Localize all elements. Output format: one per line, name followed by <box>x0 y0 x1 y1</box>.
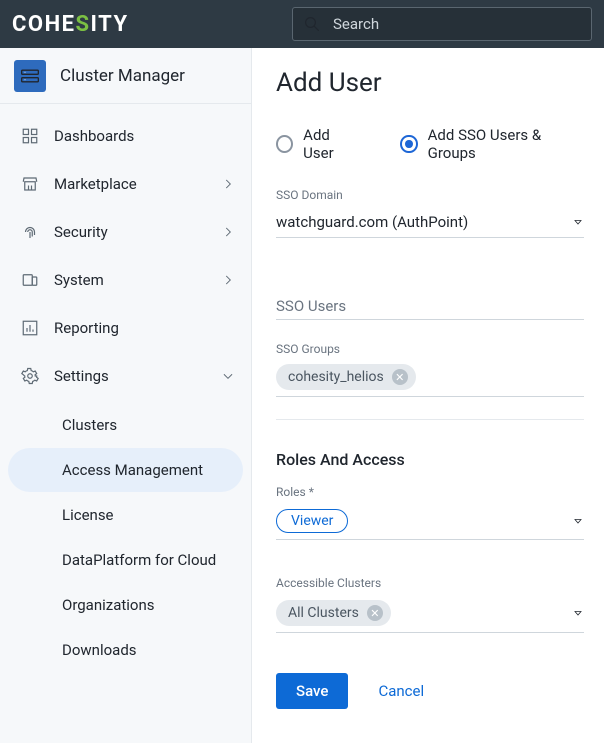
sidebar-item-dashboards[interactable]: Dashboards <box>0 112 251 160</box>
sub-item-license[interactable]: License <box>8 493 243 537</box>
chip-sso-group: cohesity_helios ✕ <box>276 364 416 390</box>
sidebar-title: Cluster Manager <box>60 66 185 86</box>
chip-label: cohesity_helios <box>288 369 384 385</box>
save-button[interactable]: Save <box>276 673 348 709</box>
sidebar-nav: Dashboards Marketplace Security <box>0 104 251 679</box>
sidebar: Cluster Manager Dashboards Marketplace <box>0 48 252 743</box>
field-label: SSO Groups <box>276 342 584 356</box>
sidebar-item-label: System <box>54 271 104 289</box>
radio-add-sso[interactable]: Add SSO Users & Groups <box>400 126 584 162</box>
radio-add-user[interactable]: Add User <box>276 126 360 162</box>
role-chip: Viewer <box>276 509 348 533</box>
chip-label: All Clusters <box>288 605 359 621</box>
section-divider <box>276 419 584 420</box>
main-panel: Add User Add User Add SSO Users & Groups… <box>252 48 604 743</box>
sidebar-item-label: Dashboards <box>54 127 134 145</box>
sub-item-downloads[interactable]: Downloads <box>8 628 243 672</box>
radio-label: Add User <box>303 126 360 162</box>
select-value: watchguard.com (AuthPoint) <box>276 213 572 231</box>
caret-down-icon <box>572 216 584 228</box>
page-title: Add User <box>276 68 584 98</box>
sub-item-organizations[interactable]: Organizations <box>8 583 243 627</box>
field-accessible-clusters: Accessible Clusters All Clusters ✕ <box>276 576 584 633</box>
field-label: SSO Domain <box>276 188 584 202</box>
user-type-radio-group: Add User Add SSO Users & Groups <box>276 126 584 162</box>
sub-item-label: Organizations <box>62 596 155 614</box>
sub-item-dataplatform-cloud[interactable]: DataPlatform for Cloud <box>8 538 243 582</box>
topbar: COHESITY <box>0 0 604 48</box>
field-sso-domain: SSO Domain watchguard.com (AuthPoint) <box>276 188 584 238</box>
cluster-icon <box>14 60 46 92</box>
chevron-right-icon <box>221 225 235 239</box>
sidebar-item-security[interactable]: Security <box>0 208 251 256</box>
chevron-right-icon <box>221 177 235 191</box>
chevron-down-icon <box>221 369 235 383</box>
sidebar-item-system[interactable]: System <box>0 256 251 304</box>
sidebar-item-reporting[interactable]: Reporting <box>0 304 251 352</box>
field-sso-groups: SSO Groups cohesity_helios ✕ <box>276 342 584 397</box>
sso-groups-input[interactable]: cohesity_helios ✕ <box>276 360 584 397</box>
field-label: Roles * <box>276 485 584 499</box>
roles-select[interactable]: Viewer <box>276 503 584 540</box>
sidebar-item-settings[interactable]: Settings <box>0 352 251 400</box>
clusters-select[interactable]: All Clusters ✕ <box>276 594 584 633</box>
settings-submenu: Clusters Access Management License DataP… <box>0 400 251 679</box>
gear-icon <box>20 366 40 386</box>
field-sso-users: SSO Users <box>276 286 584 320</box>
search-input[interactable] <box>331 14 581 34</box>
brand-suffix: ITY <box>91 12 129 37</box>
field-roles: Roles * Viewer <box>276 485 584 540</box>
sub-item-label: DataPlatform for Cloud <box>62 551 216 569</box>
chip-remove-icon[interactable]: ✕ <box>367 605 383 621</box>
radio-indicator <box>276 135 293 153</box>
marketplace-icon <box>20 174 40 194</box>
devices-icon <box>20 270 40 290</box>
radio-label: Add SSO Users & Groups <box>428 126 584 162</box>
sidebar-item-label: Security <box>54 223 108 241</box>
sub-item-label: Clusters <box>62 416 117 434</box>
field-placeholder: SSO Users <box>276 297 346 315</box>
sub-item-access-management[interactable]: Access Management <box>8 448 243 492</box>
brand-logo: COHESITY <box>12 12 129 37</box>
cluster-chip: All Clusters ✕ <box>276 600 391 626</box>
sub-item-label: License <box>62 506 114 524</box>
caret-down-icon <box>572 607 584 619</box>
roles-section-title: Roles And Access <box>276 450 584 469</box>
sidebar-item-label: Settings <box>54 367 109 385</box>
sidebar-header: Cluster Manager <box>0 48 251 104</box>
chip-label: Viewer <box>291 513 333 529</box>
brand-prefix: COHE <box>12 12 75 37</box>
search-box[interactable] <box>292 7 592 41</box>
reporting-icon <box>20 318 40 338</box>
fingerprint-icon <box>20 222 40 242</box>
sidebar-item-marketplace[interactable]: Marketplace <box>0 160 251 208</box>
field-label: Accessible Clusters <box>276 576 584 590</box>
chip-remove-icon[interactable]: ✕ <box>392 369 408 385</box>
sso-domain-select[interactable]: watchguard.com (AuthPoint) <box>276 206 584 238</box>
caret-down-icon <box>572 515 584 527</box>
chevron-right-icon <box>221 273 235 287</box>
form-footer: Save Cancel <box>276 673 584 709</box>
search-icon <box>303 15 321 33</box>
sub-item-label: Access Management <box>62 461 203 479</box>
sub-item-clusters[interactable]: Clusters <box>8 403 243 447</box>
brand-green: S <box>75 12 90 37</box>
radio-indicator <box>400 135 417 153</box>
dashboards-icon <box>20 126 40 146</box>
sub-item-label: Downloads <box>62 641 137 659</box>
sidebar-item-label: Reporting <box>54 319 119 337</box>
cancel-button[interactable]: Cancel <box>372 681 430 701</box>
sidebar-item-label: Marketplace <box>54 175 137 193</box>
sso-users-input[interactable]: SSO Users <box>276 286 584 320</box>
